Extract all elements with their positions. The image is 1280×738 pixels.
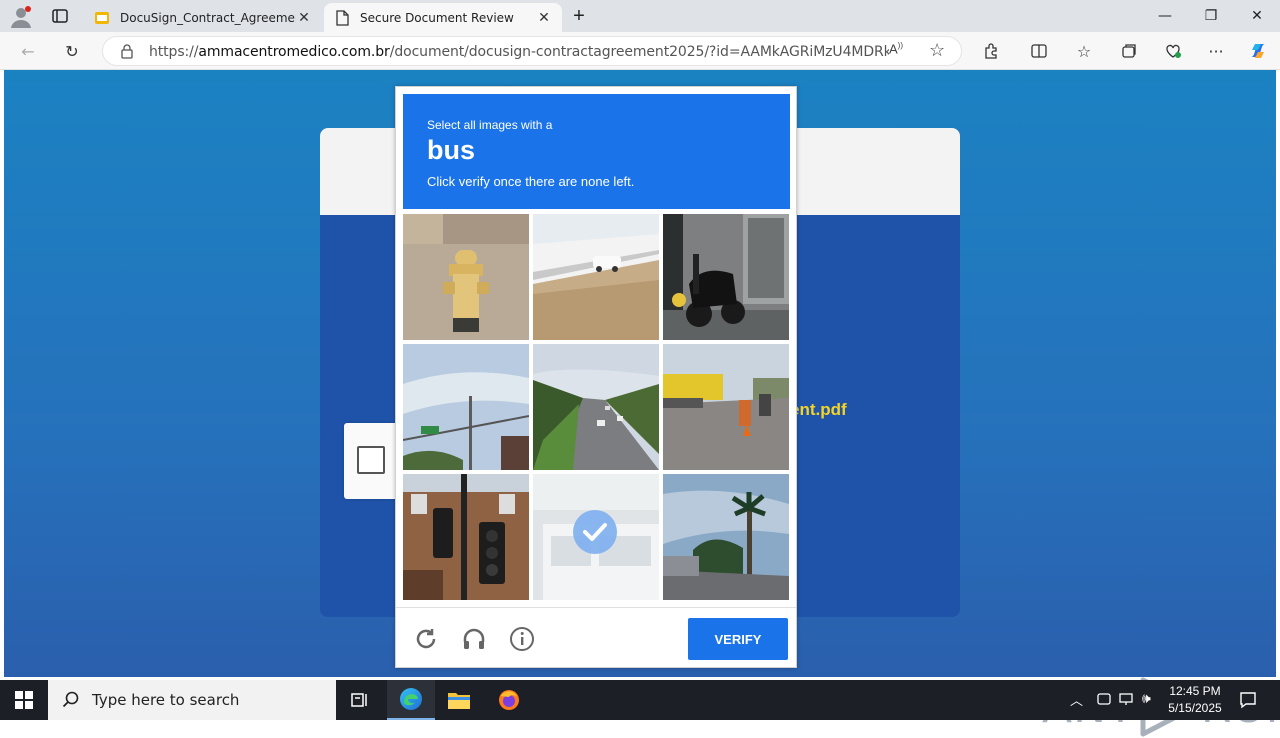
search-icon <box>62 691 80 709</box>
clock-date: 5/15/2025 <box>1168 701 1222 715</box>
tab-docusign-contract[interactable]: DocuSign_Contract_Agreement ✕ <box>84 3 322 32</box>
traffic-light-image <box>403 474 529 600</box>
selected-check-icon <box>573 510 617 554</box>
meet-now-icon[interactable] <box>1096 691 1112 712</box>
verify-button[interactable]: VERIFY <box>688 618 788 660</box>
tab-title: DocuSign_Contract_Agreement <box>120 10 296 25</box>
traffic-lights-sky-image <box>403 344 529 470</box>
close-window-icon[interactable]: ✕ <box>1234 0 1280 32</box>
split-screen-icon[interactable] <box>1025 38 1053 64</box>
captcha-tile-6[interactable] <box>663 344 789 470</box>
captcha-tile-2[interactable] <box>533 214 659 340</box>
car-road-image <box>533 214 659 340</box>
folder-icon <box>94 10 110 26</box>
restore-icon[interactable]: ❐ <box>1188 0 1234 32</box>
captcha-header: Select all images with a bus Click verif… <box>403 94 790 209</box>
url-host: ammacentromedico.com.br <box>198 44 390 60</box>
network-icon[interactable] <box>1118 691 1136 712</box>
windows-taskbar: Type here to search ︿ 🕪 12:45 PM 5/15/20… <box>0 680 1280 720</box>
captcha-challenge-dialog: Select all images with a bus Click verif… <box>395 86 797 668</box>
captcha-prompt-post: Click verify once there are none left. <box>427 174 635 189</box>
favorites-icon[interactable]: ☆ <box>1070 38 1098 64</box>
edge-taskbar-icon[interactable] <box>387 680 435 720</box>
copilot-icon[interactable] <box>1244 38 1272 64</box>
notifications-icon[interactable] <box>1238 690 1258 715</box>
back-icon[interactable]: ← <box>14 38 42 64</box>
refresh-icon[interactable]: ↻ <box>58 38 86 64</box>
captcha-prompt-pre: Select all images with a <box>427 118 553 132</box>
read-aloud-icon[interactable]: A)) <box>889 41 909 61</box>
browser-title-bar: DocuSign_Contract_Agreement ✕ Secure Doc… <box>0 0 1280 32</box>
captcha-tile-1[interactable] <box>403 214 529 340</box>
fire-hydrant-image <box>403 214 529 340</box>
captcha-tile-9[interactable] <box>663 474 789 600</box>
captcha-tile-4[interactable] <box>403 344 529 470</box>
captcha-tile-7[interactable] <box>403 474 529 600</box>
firefox-icon[interactable] <box>485 680 533 720</box>
taskbar-search-box[interactable]: Type here to search <box>48 680 336 720</box>
close-tab-icon[interactable]: ✕ <box>296 10 312 26</box>
show-hidden-icons-icon[interactable]: ︿ <box>1070 690 1083 709</box>
tab-title: Secure Document Review <box>360 10 514 25</box>
more-menu-icon[interactable]: ··· <box>1202 38 1230 64</box>
captcha-tile-8[interactable] <box>533 474 659 600</box>
clock-time: 12:45 PM <box>1169 684 1221 698</box>
browser-essentials-icon[interactable] <box>1159 38 1187 64</box>
captcha-target-word: bus <box>427 135 476 165</box>
url-scheme: https:// <box>149 44 199 60</box>
page-icon <box>334 9 350 26</box>
captcha-tile-5[interactable] <box>533 344 659 470</box>
url-text: https://ammacentromedico.com.br/document… <box>149 44 889 60</box>
tab-secure-document-review[interactable]: Secure Document Review ✕ <box>324 3 562 32</box>
collections-icon[interactable] <box>1115 38 1143 64</box>
file-explorer-icon[interactable] <box>435 680 483 720</box>
minimize-icon[interactable]: — <box>1142 0 1188 32</box>
browser-toolbar: ← ↻ https://ammacentromedico.com.br/docu… <box>0 32 1280 70</box>
info-icon[interactable] <box>507 624 537 654</box>
audio-challenge-icon[interactable] <box>459 624 489 654</box>
highway-image <box>533 344 659 470</box>
document-filename[interactable]: ent.pdf <box>790 400 847 420</box>
url-path: /document/docusign-contractagreement2025… <box>389 44 889 60</box>
scooter-image <box>663 214 789 340</box>
extensions-icon[interactable] <box>977 38 1005 64</box>
reload-icon[interactable] <box>411 624 441 654</box>
windows-start-icon[interactable] <box>0 680 48 720</box>
lock-icon[interactable] <box>119 43 135 59</box>
task-view-icon[interactable] <box>336 680 384 720</box>
captcha-footer: VERIFY <box>396 607 796 667</box>
street-workers-image <box>663 344 789 470</box>
profile-avatar[interactable] <box>8 4 34 30</box>
close-tab-icon[interactable]: ✕ <box>536 10 552 26</box>
address-bar[interactable]: https://ammacentromedico.com.br/document… <box>102 36 962 66</box>
tab-actions-icon[interactable] <box>50 6 70 26</box>
new-tab-icon[interactable]: + <box>568 5 590 27</box>
recaptcha-checkbox[interactable] <box>357 446 385 474</box>
taskbar-clock[interactable]: 12:45 PM 5/15/2025 <box>1160 683 1230 717</box>
search-placeholder: Type here to search <box>92 691 240 709</box>
captcha-tile-3[interactable] <box>663 214 789 340</box>
palm-trees-image <box>663 474 789 600</box>
volume-icon[interactable]: 🕪 <box>1142 690 1151 707</box>
favorite-star-icon[interactable]: ☆ <box>929 40 945 61</box>
